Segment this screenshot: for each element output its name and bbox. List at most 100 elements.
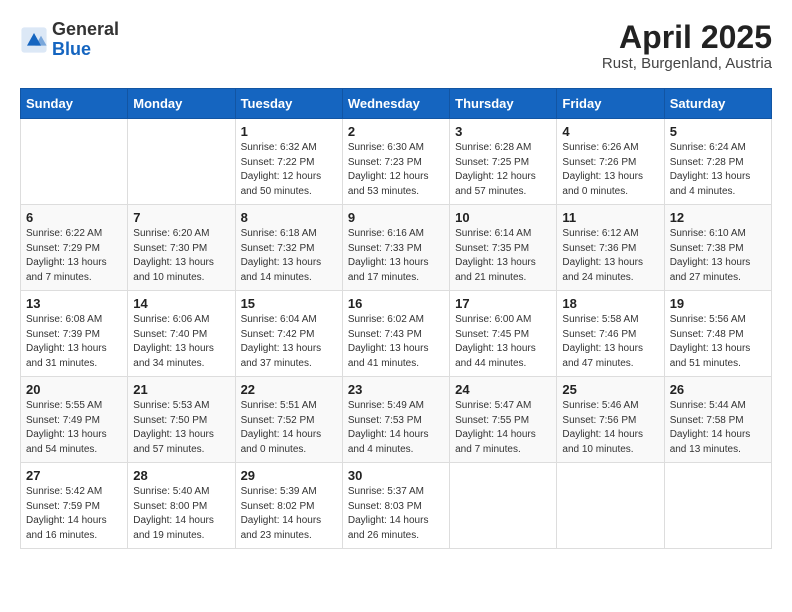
calendar-cell: 12 Sunrise: 6:10 AMSunset: 7:38 PMDayligh… [664, 205, 771, 291]
day-number: 1 [241, 124, 337, 139]
calendar-cell: 7 Sunrise: 6:20 AMSunset: 7:30 PMDaylight… [128, 205, 235, 291]
day-info: Sunrise: 6:28 AMSunset: 7:25 PMDaylight:… [455, 141, 551, 199]
weekday-header: Monday [128, 89, 235, 119]
calendar-cell: 17 Sunrise: 6:00 AMSunset: 7:45 PMDayligh… [450, 291, 557, 377]
day-number: 15 [241, 296, 337, 311]
day-info: Sunrise: 5:42 AMSunset: 7:59 PMDaylight:… [26, 485, 122, 543]
day-info: Sunrise: 5:51 AMSunset: 7:52 PMDaylight:… [241, 399, 337, 457]
calendar-cell: 8Sunrise: 6:18 AMSunset: 7:32 PMDaylight… [235, 205, 342, 291]
logo-text: General Blue [52, 20, 119, 60]
calendar-cell: 27 Sunrise: 5:42 AMSunset: 7:59 PMDayligh… [21, 463, 128, 549]
logo: General Blue [20, 20, 119, 60]
logo-general: General [52, 19, 119, 39]
day-info: Sunrise: 5:40 AMSunset: 8:00 PMDaylight:… [133, 485, 229, 543]
calendar-cell: 20Sunrise: 5:55 AMSunset: 7:49 PMDayligh… [21, 377, 128, 463]
weekday-header: Tuesday [235, 89, 342, 119]
calendar-cell: 22 Sunrise: 5:51 AMSunset: 7:52 PMDayligh… [235, 377, 342, 463]
location-title: Rust, Burgenland, Austria [602, 55, 772, 72]
weekday-header: Thursday [450, 89, 557, 119]
day-info: Sunrise: 5:44 AMSunset: 7:58 PMDaylight:… [670, 399, 766, 457]
calendar-cell: 19Sunrise: 5:56 AMSunset: 7:48 PMDayligh… [664, 291, 771, 377]
day-info: Sunrise: 6:02 AMSunset: 7:43 PMDaylight:… [348, 313, 444, 371]
calendar-cell: 24 Sunrise: 5:47 AMSunset: 7:55 PMDayligh… [450, 377, 557, 463]
day-info: Sunrise: 5:47 AMSunset: 7:55 PMDaylight:… [455, 399, 551, 457]
calendar-cell: 13Sunrise: 6:08 AMSunset: 7:39 PMDayligh… [21, 291, 128, 377]
calendar-cell: 15Sunrise: 6:04 AMSunset: 7:42 PMDayligh… [235, 291, 342, 377]
day-info: Sunrise: 5:46 AMSunset: 7:56 PMDaylight:… [562, 399, 658, 457]
calendar-cell [664, 463, 771, 549]
calendar-cell: 5 Sunrise: 6:24 AMSunset: 7:28 PMDaylight… [664, 119, 771, 205]
day-number: 27 [26, 468, 122, 483]
calendar-cell: 1 Sunrise: 6:32 AMSunset: 7:22 PMDaylight… [235, 119, 342, 205]
day-info: Sunrise: 6:10 AMSunset: 7:38 PMDaylight:… [670, 227, 766, 285]
day-info: Sunrise: 6:06 AMSunset: 7:40 PMDaylight:… [133, 313, 229, 371]
day-info: Sunrise: 6:26 AMSunset: 7:26 PMDaylight:… [562, 141, 658, 199]
day-info: Sunrise: 6:08 AMSunset: 7:39 PMDaylight:… [26, 313, 122, 371]
day-info: Sunrise: 6:22 AMSunset: 7:29 PMDaylight:… [26, 227, 122, 285]
calendar-cell: 6Sunrise: 6:22 AMSunset: 7:29 PMDaylight… [21, 205, 128, 291]
calendar-cell: 10 Sunrise: 6:14 AMSunset: 7:35 PMDayligh… [450, 205, 557, 291]
calendar-cell: 14 Sunrise: 6:06 AMSunset: 7:40 PMDayligh… [128, 291, 235, 377]
calendar-cell [21, 119, 128, 205]
calendar-cell [557, 463, 664, 549]
day-info: Sunrise: 5:58 AMSunset: 7:46 PMDaylight:… [562, 313, 658, 371]
calendar-week-row: 1 Sunrise: 6:32 AMSunset: 7:22 PMDaylight… [21, 119, 772, 205]
day-number: 7 [133, 210, 229, 225]
day-number: 14 [133, 296, 229, 311]
day-info: Sunrise: 6:30 AMSunset: 7:23 PMDaylight:… [348, 141, 444, 199]
calendar-week-row: 20Sunrise: 5:55 AMSunset: 7:49 PMDayligh… [21, 377, 772, 463]
day-info: Sunrise: 6:12 AMSunset: 7:36 PMDaylight:… [562, 227, 658, 285]
day-number: 20 [26, 382, 122, 397]
calendar-cell: 29Sunrise: 5:39 AMSunset: 8:02 PMDayligh… [235, 463, 342, 549]
day-number: 10 [455, 210, 551, 225]
day-number: 18 [562, 296, 658, 311]
weekday-header: Saturday [664, 89, 771, 119]
weekday-header: Sunday [21, 89, 128, 119]
calendar-cell: 23 Sunrise: 5:49 AMSunset: 7:53 PMDayligh… [342, 377, 449, 463]
day-number: 17 [455, 296, 551, 311]
page-header: General Blue April 2025 Rust, Burgenland… [20, 20, 772, 72]
day-number: 24 [455, 382, 551, 397]
day-number: 12 [670, 210, 766, 225]
day-number: 28 [133, 468, 229, 483]
day-info: Sunrise: 6:32 AMSunset: 7:22 PMDaylight:… [241, 141, 337, 199]
calendar-cell: 26 Sunrise: 5:44 AMSunset: 7:58 PMDayligh… [664, 377, 771, 463]
calendar-cell: 9 Sunrise: 6:16 AMSunset: 7:33 PMDaylight… [342, 205, 449, 291]
day-number: 9 [348, 210, 444, 225]
day-info: Sunrise: 5:53 AMSunset: 7:50 PMDaylight:… [133, 399, 229, 457]
calendar-cell: 21Sunrise: 5:53 AMSunset: 7:50 PMDayligh… [128, 377, 235, 463]
day-number: 23 [348, 382, 444, 397]
day-info: Sunrise: 6:14 AMSunset: 7:35 PMDaylight:… [455, 227, 551, 285]
day-number: 3 [455, 124, 551, 139]
calendar-cell [128, 119, 235, 205]
day-number: 30 [348, 468, 444, 483]
calendar-cell: 3 Sunrise: 6:28 AMSunset: 7:25 PMDaylight… [450, 119, 557, 205]
day-number: 16 [348, 296, 444, 311]
calendar-cell [450, 463, 557, 549]
calendar-week-row: 27 Sunrise: 5:42 AMSunset: 7:59 PMDayligh… [21, 463, 772, 549]
day-number: 2 [348, 124, 444, 139]
day-info: Sunrise: 6:20 AMSunset: 7:30 PMDaylight:… [133, 227, 229, 285]
day-info: Sunrise: 6:24 AMSunset: 7:28 PMDaylight:… [670, 141, 766, 199]
calendar-cell: 11 Sunrise: 6:12 AMSunset: 7:36 PMDayligh… [557, 205, 664, 291]
weekday-header: Wednesday [342, 89, 449, 119]
day-number: 5 [670, 124, 766, 139]
day-number: 22 [241, 382, 337, 397]
day-info: Sunrise: 5:39 AMSunset: 8:02 PMDaylight:… [241, 485, 337, 543]
day-number: 8 [241, 210, 337, 225]
day-info: Sunrise: 5:37 AMSunset: 8:03 PMDaylight:… [348, 485, 444, 543]
calendar-cell: 28 Sunrise: 5:40 AMSunset: 8:00 PMDayligh… [128, 463, 235, 549]
weekday-header: Friday [557, 89, 664, 119]
day-number: 11 [562, 210, 658, 225]
calendar-header-row: SundayMondayTuesdayWednesdayThursdayFrid… [21, 89, 772, 119]
day-number: 26 [670, 382, 766, 397]
day-info: Sunrise: 6:00 AMSunset: 7:45 PMDaylight:… [455, 313, 551, 371]
calendar-week-row: 13Sunrise: 6:08 AMSunset: 7:39 PMDayligh… [21, 291, 772, 377]
calendar-cell: 2 Sunrise: 6:30 AMSunset: 7:23 PMDaylight… [342, 119, 449, 205]
day-info: Sunrise: 5:56 AMSunset: 7:48 PMDaylight:… [670, 313, 766, 371]
day-info: Sunrise: 5:49 AMSunset: 7:53 PMDaylight:… [348, 399, 444, 457]
day-number: 25 [562, 382, 658, 397]
month-title: April 2025 [602, 20, 772, 55]
logo-icon [20, 26, 48, 54]
day-info: Sunrise: 6:16 AMSunset: 7:33 PMDaylight:… [348, 227, 444, 285]
